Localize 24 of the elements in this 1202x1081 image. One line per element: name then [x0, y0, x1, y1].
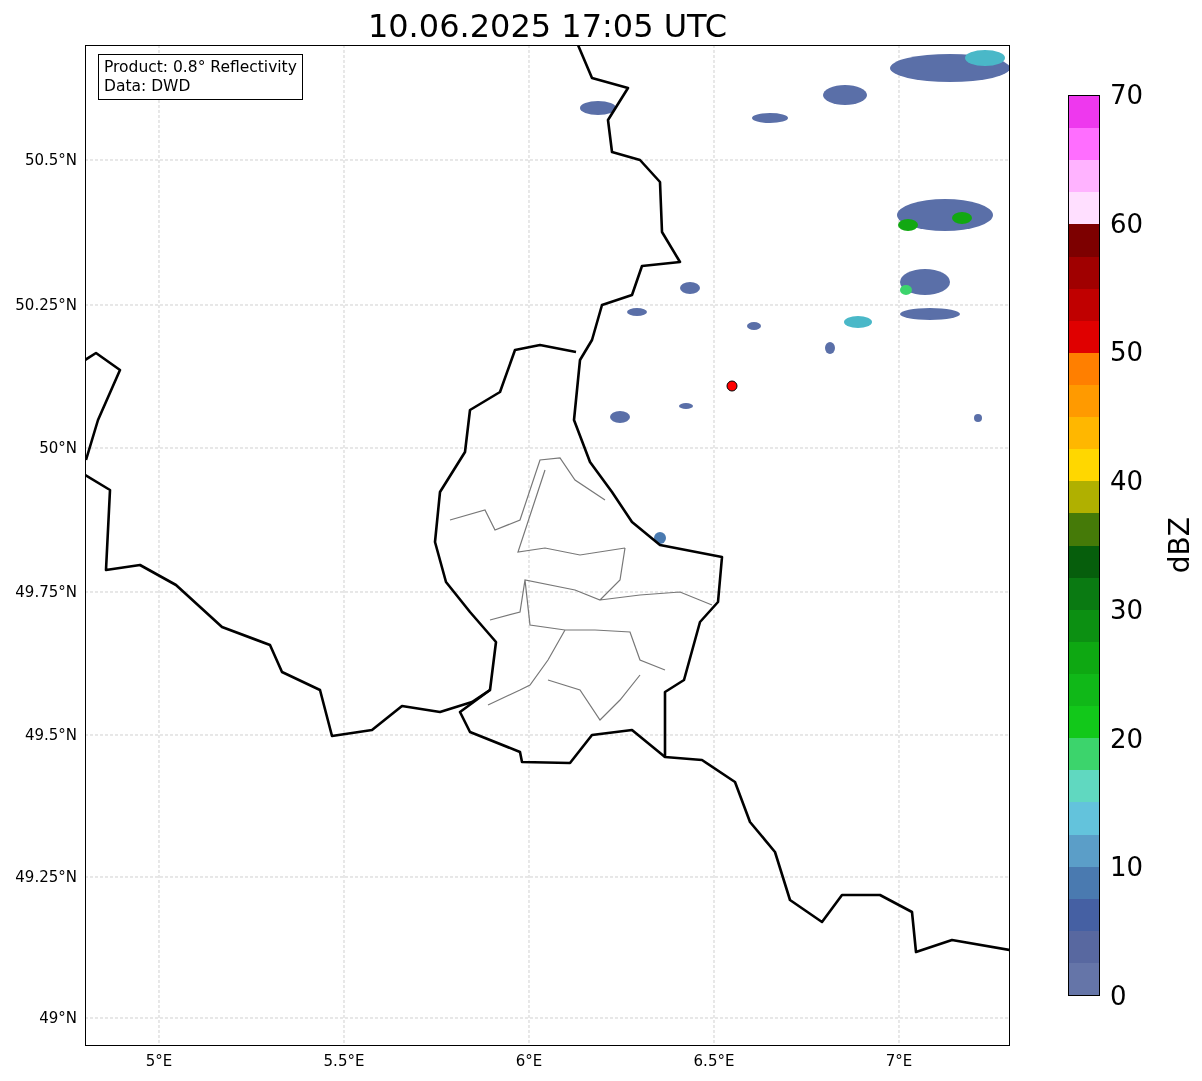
longitude-label: 7°E — [885, 1052, 913, 1070]
tick-label: 70 — [1110, 79, 1144, 111]
latitude-label: 49.25°N — [15, 868, 77, 886]
tick-label: 0 — [1110, 979, 1128, 1012]
longitude-label: 5°E — [145, 1052, 173, 1070]
info-text: Data: DWD — [104, 77, 192, 96]
tick-label: 20 — [1110, 722, 1144, 755]
longitude-label: 5.5°E — [323, 1052, 365, 1070]
tick-label: 60 — [1110, 207, 1144, 240]
colorbar-label: dBZ — [1163, 517, 1197, 574]
tick-label: 10 — [1110, 851, 1144, 884]
latitude-label: 49°N — [39, 1009, 77, 1027]
info-text: Product: 0.8° Reflectivity — [104, 58, 297, 77]
latitude-label: 50.25°N — [15, 296, 77, 314]
tick-label: 30 — [1110, 593, 1144, 626]
longitude-label: 6°E — [515, 1052, 543, 1070]
tick-label: 50 — [1110, 336, 1144, 369]
latitude-label: 50.5°N — [24, 151, 77, 169]
latitude-label: 50°N — [39, 439, 77, 457]
tick-label: 40 — [1110, 465, 1144, 498]
longitude-label: 6.5°E — [693, 1052, 735, 1070]
map-title: 10.06.2025 17:05 UTC — [366, 6, 729, 46]
latitude-label: 49.5°N — [24, 726, 77, 744]
latitude-label: 49.75°N — [15, 583, 77, 601]
